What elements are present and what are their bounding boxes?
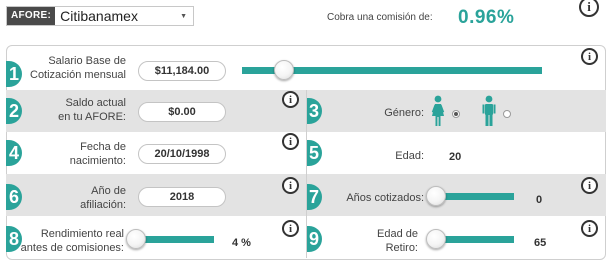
anos-cotizados-value: 0 <box>536 194 543 206</box>
genero-label: Género: <box>384 107 424 119</box>
salario-label: Salario Base de Cotización mensual <box>20 54 126 82</box>
rendimiento-value: 4 % <box>232 237 251 249</box>
edad-retiro-label-line2: Retiro: <box>385 242 418 254</box>
rendimiento-section: 8 Rendimiento real antes de comisiones: … <box>6 216 306 258</box>
male-radio[interactable] <box>503 110 511 118</box>
fecha-label-line1: Fecha de <box>80 141 126 153</box>
anos-cotizados-section: 7 Años cotizados: 0 i <box>306 174 606 216</box>
info-icon[interactable]: i <box>282 91 299 108</box>
info-icon[interactable]: i <box>581 177 598 194</box>
saldo-label: Saldo actual en tu AFORE: <box>20 96 126 124</box>
commission-label: Cobra una comisión de: <box>327 12 433 23</box>
afiliacion-label: Año de afiliación: <box>20 184 126 212</box>
afiliacion-input[interactable]: 2018 <box>138 187 226 207</box>
rendimiento-slider-track[interactable] <box>134 236 214 243</box>
edad-value: 20 <box>449 151 462 163</box>
saldo-section: 2 Saldo actual en tu AFORE: $0.00 i <box>6 90 306 132</box>
info-icon[interactable]: i <box>282 220 299 237</box>
info-icon[interactable]: i <box>579 0 599 17</box>
info-icon[interactable]: i <box>282 177 299 194</box>
commission-value: 0.96% <box>458 7 515 28</box>
edad-retiro-label: Edad de Retiro: <box>364 227 418 255</box>
female-person-icon[interactable] <box>430 95 446 127</box>
row-salario: 1 Salario Base de Cotización mensual $11… <box>6 48 606 90</box>
edad-retiro-value: 65 <box>534 237 547 249</box>
afiliacion-label-line1: Año de <box>91 185 126 197</box>
step-badge-7: 7 <box>306 184 322 210</box>
anos-cotizados-slider-handle[interactable] <box>426 186 446 206</box>
info-icon[interactable]: i <box>282 133 299 150</box>
rendimiento-slider-handle[interactable] <box>126 229 146 249</box>
salario-slider-handle[interactable] <box>274 60 294 80</box>
edad-section: 5 Edad: 20 <box>306 132 606 174</box>
anos-cotizados-label: Años cotizados: <box>346 192 424 204</box>
info-icon[interactable]: i <box>581 220 598 237</box>
saldo-input[interactable]: $0.00 <box>138 102 226 122</box>
info-icon[interactable]: i <box>581 48 598 65</box>
rendimiento-label: Rendimiento real antes de comisiones: <box>18 227 124 255</box>
salario-label-line1: Salario Base de <box>48 55 126 67</box>
fecha-label: Fecha de nacimiento: <box>20 140 126 168</box>
anos-cotizados-slider-track[interactable] <box>434 193 514 200</box>
edad-retiro-section: 9 Edad de Retiro: 65 i <box>306 216 606 258</box>
step-badge-5: 5 <box>306 140 322 166</box>
afiliacion-section: 6 Año de afiliación: 2018 i <box>6 174 306 216</box>
fecha-section: 4 Fecha de nacimiento: 20/10/1998 i <box>6 132 306 174</box>
afiliacion-label-line2: afiliación: <box>80 199 126 211</box>
genero-section: 3 Género: <box>306 90 606 132</box>
salario-input[interactable]: $11,184.00 <box>138 61 226 81</box>
rendimiento-label-line2: antes de comisiones: <box>20 242 124 254</box>
fecha-input[interactable]: 20/10/1998 <box>138 144 226 164</box>
fecha-label-line2: nacimiento: <box>69 155 126 167</box>
edad-retiro-slider-handle[interactable] <box>426 229 446 249</box>
afore-label: AFORE: <box>7 7 56 25</box>
edad-retiro-label-line1: Edad de <box>377 228 418 240</box>
female-radio[interactable] <box>452 110 460 118</box>
afore-selected-value: Citibanamex <box>60 8 138 24</box>
step-badge-9: 9 <box>306 226 322 252</box>
edad-retiro-slider-track[interactable] <box>434 236 514 243</box>
salario-label-line2: Cotización mensual <box>30 69 126 81</box>
male-person-icon[interactable] <box>482 95 496 127</box>
dropdown-caret-icon: ▼ <box>180 12 187 20</box>
edad-label: Edad: <box>395 150 424 162</box>
step-badge-3: 3 <box>306 98 322 124</box>
saldo-label-line1: Saldo actual <box>65 97 126 109</box>
rendimiento-label-line1: Rendimiento real <box>40 228 124 240</box>
saldo-label-line2: en tu AFORE: <box>58 111 126 123</box>
afore-select[interactable]: AFORE: Citibanamex ▼ <box>6 6 194 26</box>
column-divider <box>306 90 307 258</box>
